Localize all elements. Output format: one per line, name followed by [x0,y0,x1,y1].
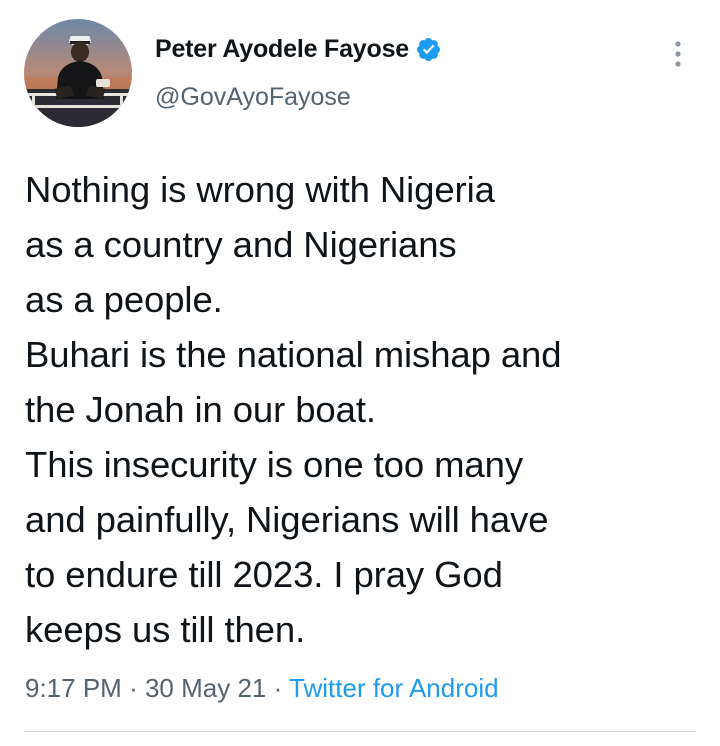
author-display-name[interactable]: Peter Ayodele Fayose [155,35,409,64]
avatar[interactable] [24,19,132,127]
tweet-source-link[interactable]: Twitter for Android [289,673,499,703]
tweet-metadata: 9:17 PM · 30 May 21 · Twitter for Androi… [25,671,499,705]
tweet-date[interactable]: 30 May 21 [145,673,266,703]
tweet-time[interactable]: 9:17 PM [25,673,122,703]
tweet-text-line: to endure till 2023. I pray God [25,554,503,595]
tweet-text-line: as a people. [25,279,223,320]
author-handle[interactable]: @GovAyoFayose [155,83,351,112]
more-options-button[interactable] [664,36,692,72]
divider [24,731,696,732]
verified-badge-icon [415,36,442,63]
tweet-card: Peter Ayodele Fayose @GovAyoFayose Nothi… [0,0,720,746]
tweet-text-line: and painfully, Nigerians will have [25,499,549,540]
meta-separator: · [129,673,138,703]
more-vertical-icon [675,41,681,67]
tweet-text-line: as a country and Nigerians [25,224,457,265]
author-name-row: Peter Ayodele Fayose [155,32,442,66]
tweet-text-line: This insecurity is one too many [25,444,523,485]
tweet-text: Nothing is wrong with Nigeria as a count… [25,162,695,657]
meta-separator: · [273,673,283,703]
avatar-photo-icon [24,19,132,127]
tweet-text-line: Nothing is wrong with Nigeria [25,169,495,210]
tweet-text-line: the Jonah in our boat. [25,389,376,430]
tweet-text-line: keeps us till then. [25,609,306,650]
tweet-text-line: Buhari is the national mishap and [25,334,562,375]
